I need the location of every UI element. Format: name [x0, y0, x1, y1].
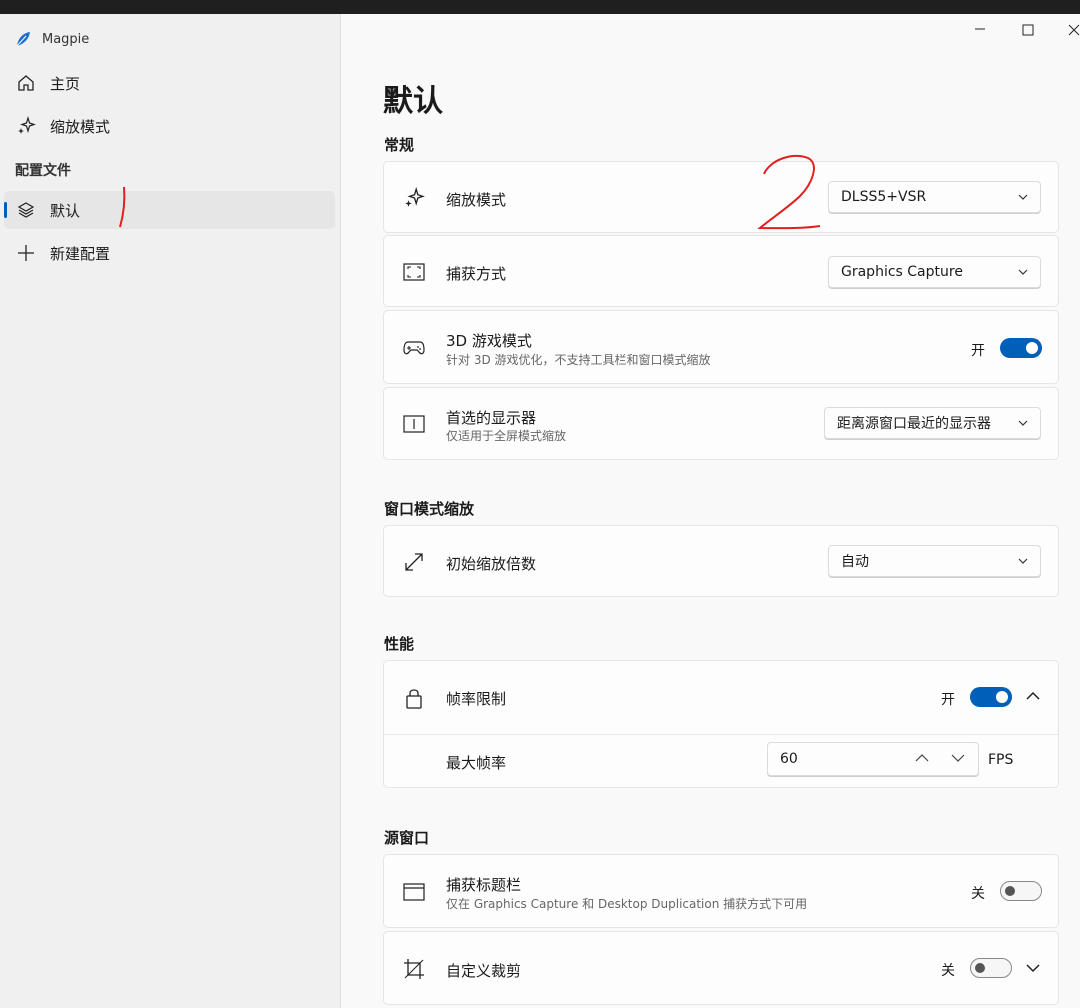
chevron-up-icon [1026, 691, 1040, 700]
resize-arrow-icon [402, 550, 426, 574]
setting-title: 最大帧率 [446, 754, 507, 772]
annotation-mark [119, 186, 126, 228]
setting-title: 3D 游戏模式 [446, 332, 532, 350]
capture-method-dropdown[interactable]: Graphics Capture [828, 256, 1041, 288]
dropdown-value: DLSS5+VSR [841, 189, 927, 205]
custom-crop-toggle[interactable] [970, 958, 1012, 978]
chevron-down-icon [1018, 558, 1028, 564]
home-icon [14, 74, 38, 92]
nav-item-home[interactable]: 主页 [4, 64, 335, 102]
profiles-section-label: 配置文件 [15, 163, 71, 179]
capture-frame-icon [402, 260, 426, 284]
setting-title: 初始缩放倍数 [446, 555, 537, 573]
gamepad-icon [402, 336, 426, 360]
section-header-source-window: 源窗口 [384, 829, 430, 847]
section-header-windowed: 窗口模式缩放 [384, 500, 475, 518]
toggle-state-label: 关 [971, 886, 985, 902]
magpie-feather-icon [14, 30, 32, 48]
decrement-button[interactable] [950, 751, 966, 765]
chevron-up-icon [915, 754, 929, 762]
setting-description: 仅适用于全屏模式缩放 [446, 429, 567, 443]
dropdown-value: 自动 [841, 554, 869, 570]
toggle-state-label: 关 [941, 963, 955, 979]
capture-titlebar-toggle[interactable] [1000, 881, 1042, 901]
page-title: 默认 [383, 84, 443, 119]
sparkle-icon [402, 186, 426, 210]
toggle-state-label: 开 [971, 343, 985, 359]
nav-item-scale-mode-label: 缩放模式 [50, 117, 111, 136]
plus-icon [14, 244, 38, 262]
maximize-icon [1022, 24, 1034, 36]
sparkle-icon [14, 116, 38, 136]
expand-button[interactable] [1026, 964, 1040, 973]
game-mode-toggle[interactable] [1000, 338, 1042, 358]
setting-title: 捕获方式 [446, 265, 507, 283]
minimize-icon [975, 28, 985, 30]
sidebar: Magpie 主页 缩放模式 配置文件 默认 新建配置 [0, 14, 340, 1008]
frame-limit-toggle[interactable] [970, 687, 1012, 707]
top-bar [0, 0, 1080, 14]
nav-item-scale-mode[interactable]: 缩放模式 [4, 107, 335, 145]
layers-icon [14, 201, 38, 219]
crop-icon [402, 957, 426, 981]
maximize-button[interactable] [1022, 24, 1034, 36]
preferred-display-dropdown[interactable]: 距离源窗口最近的显示器 [824, 407, 1041, 439]
setting-card-custom-crop: 自定义裁剪 [383, 931, 1059, 1005]
increment-button[interactable] [914, 751, 930, 765]
app-title: Magpie [14, 30, 89, 48]
chevron-down-icon [1026, 964, 1040, 973]
chevron-down-icon [1018, 194, 1028, 200]
setting-title: 缩放模式 [446, 191, 507, 209]
handwritten-annotation [757, 155, 821, 230]
setting-title: 捕获标题栏 [446, 876, 522, 894]
chevron-down-icon [1018, 269, 1028, 275]
dropdown-value: 距离源窗口最近的显示器 [837, 416, 991, 432]
close-icon [1068, 24, 1080, 36]
window-titlebar-icon [402, 880, 426, 904]
max-fps-number-box[interactable]: 60 [767, 742, 979, 776]
chevron-down-icon [951, 754, 965, 762]
initial-scale-dropdown[interactable]: 自动 [828, 545, 1041, 577]
dropdown-value: Graphics Capture [841, 264, 963, 280]
setting-description: 针对 3D 游戏优化，不支持工具栏和窗口模式缩放 [446, 353, 711, 367]
nav-item-new-profile-label: 新建配置 [50, 244, 111, 263]
section-header-performance: 性能 [384, 635, 415, 653]
app-title-text: Magpie [42, 31, 90, 47]
nav-item-new-profile[interactable]: 新建配置 [4, 234, 335, 272]
setting-title: 自定义裁剪 [446, 962, 522, 980]
lock-icon [402, 686, 426, 710]
setting-description: 仅在 Graphics Capture 和 Desktop Duplicatio… [446, 897, 808, 911]
nav-item-profile-default-label: 默认 [50, 201, 81, 220]
scale-mode-dropdown[interactable]: DLSS5+VSR [828, 181, 1041, 213]
nav-item-home-label: 主页 [50, 74, 81, 93]
minimize-button[interactable] [974, 20, 986, 32]
chevron-down-icon [1018, 420, 1028, 426]
setting-title: 帧率限制 [446, 690, 507, 708]
setting-card-game-mode: 3D 游戏模式 针对 3D 游戏优化，不支持工具栏和窗口模式缩放 [383, 310, 1059, 384]
nav-item-profile-default[interactable]: 默认 [4, 186, 335, 229]
collapse-button[interactable] [1026, 691, 1040, 700]
number-value: 60 [780, 751, 798, 767]
setting-title: 首选的显示器 [446, 409, 537, 427]
card-divider [384, 734, 1058, 735]
fps-unit-label: FPS [988, 752, 1014, 768]
section-header-general: 常规 [384, 136, 415, 154]
close-button[interactable] [1068, 24, 1080, 36]
toggle-state-label: 开 [941, 692, 955, 708]
setting-card-capture-titlebar: 捕获标题栏 仅在 Graphics Capture 和 Desktop Dupl… [383, 854, 1059, 928]
display-icon [402, 412, 426, 436]
